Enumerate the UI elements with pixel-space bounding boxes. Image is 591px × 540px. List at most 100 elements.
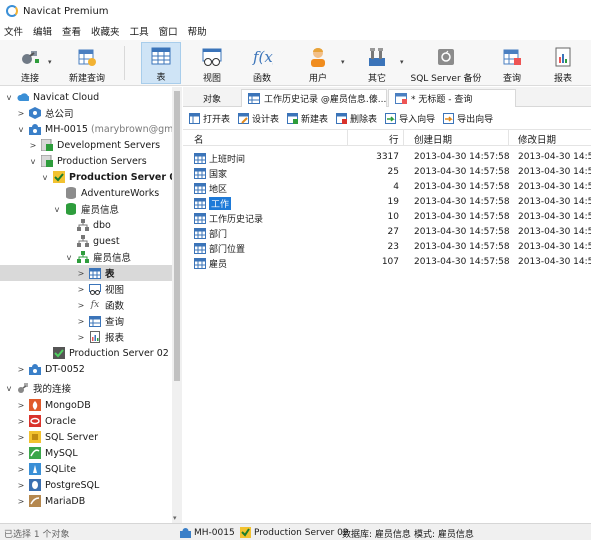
export-wizard-button[interactable]: 导出向导	[443, 112, 493, 125]
tab-work-history[interactable]: 工作历史记录 @雇员信息.傣...	[241, 89, 387, 107]
tree-node-production-servers[interactable]: v Production Servers	[28, 153, 147, 169]
open-table-button[interactable]: 打开表	[189, 112, 230, 125]
user-button[interactable]: 用户	[298, 42, 338, 84]
column-modified-header[interactable]: 修改日期	[518, 132, 556, 146]
design-table-button[interactable]: 设计表	[238, 112, 279, 125]
tree-node-guest[interactable]: guest	[64, 233, 120, 249]
expand-icon[interactable]: >	[16, 417, 26, 426]
scroll-down-icon[interactable]: ▾	[173, 514, 177, 522]
expand-icon[interactable]: >	[16, 109, 26, 118]
tab-label: * 无标题 - 查询	[411, 95, 473, 105]
expand-icon[interactable]: >	[76, 269, 86, 278]
sidebar-scrollbar[interactable]: ▾	[172, 87, 182, 523]
menu-edit[interactable]: 编辑	[33, 24, 60, 38]
expand-icon[interactable]: >	[16, 401, 26, 410]
tree-node-queries[interactable]: > 查询	[76, 313, 124, 329]
open-table-icon	[189, 113, 200, 124]
function-button[interactable]: f(x) 函数	[242, 42, 282, 84]
tree-node-adventureworks[interactable]: AdventureWorks	[52, 185, 159, 201]
tab-untitled-query[interactable]: * 无标题 - 查询	[388, 89, 516, 107]
new-query-button[interactable]: 新建查询	[64, 42, 110, 84]
expand-icon[interactable]: >	[76, 317, 86, 326]
scrollbar-thumb[interactable]	[174, 91, 180, 381]
tree-node-dt-0052[interactable]: > DT-0052	[16, 361, 85, 377]
expand-icon[interactable]: >	[76, 333, 86, 342]
expand-icon[interactable]: >	[16, 465, 26, 474]
collapse-icon[interactable]: v	[64, 253, 74, 262]
tree-node-oracle[interactable]: > Oracle	[16, 413, 76, 429]
collapse-icon[interactable]: v	[4, 384, 14, 393]
menu-window[interactable]: 窗口	[159, 24, 186, 38]
expand-icon[interactable]: >	[76, 301, 86, 310]
tab-objects[interactable]: 对象	[197, 89, 227, 107]
tree-node-dbo[interactable]: dbo	[64, 217, 111, 233]
user-dropdown-icon[interactable]: ▾	[341, 58, 345, 66]
expand-icon[interactable]: >	[16, 481, 26, 490]
column-created-header[interactable]: 创建日期	[414, 132, 452, 146]
tree-node-mariadb[interactable]: > MariaDB	[16, 493, 85, 509]
delete-table-button[interactable]: 删除表	[336, 112, 377, 125]
view-button[interactable]: 视图	[192, 42, 232, 84]
expand-icon[interactable]: >	[16, 433, 26, 442]
collapse-icon[interactable]: v	[4, 93, 14, 102]
connect-dropdown-icon[interactable]: ▾	[48, 58, 52, 66]
table-row-selected[interactable]: 工作 19 2013-04-30 14:57:58 2013-04-30 14:…	[183, 196, 591, 211]
tree-label: Production Servers	[57, 155, 147, 167]
sql-server-backup-button[interactable]: SQL Server 备份	[410, 42, 482, 84]
menu-tools[interactable]: 工具	[130, 24, 157, 38]
tree-node-sql-server[interactable]: > SQL Server	[16, 429, 98, 445]
column-name-header[interactable]: 名	[194, 132, 204, 146]
tree-node-head-office[interactable]: > 总公司	[16, 105, 74, 121]
tree-node-mysql[interactable]: > MySQL	[16, 445, 78, 461]
expand-icon[interactable]: >	[16, 365, 26, 374]
tree-node-development-servers[interactable]: > Development Servers	[28, 137, 160, 153]
tree-node-employee-schema[interactable]: v 雇员信息	[64, 249, 131, 265]
tools-button[interactable]: 其它	[357, 42, 397, 84]
table-row[interactable]: 地区 4 2013-04-30 14:57:58 2013-04-30 14:5…	[183, 181, 591, 196]
collapse-icon[interactable]: v	[40, 173, 50, 182]
tree-node-tables[interactable]: > 表	[0, 265, 172, 281]
expand-icon[interactable]: >	[76, 285, 86, 294]
import-wizard-button[interactable]: 导入向导	[385, 112, 435, 125]
table-button[interactable]: 表	[141, 42, 181, 84]
status-bar: 已选择 1 个对象 MH-0015 Production Server 02 数…	[0, 523, 591, 540]
tree-node-mongodb[interactable]: > MongoDB	[16, 397, 91, 413]
table-row[interactable]: 工作历史记录 10 2013-04-30 14:57:58 2013-04-30…	[183, 211, 591, 226]
menu-help[interactable]: 帮助	[188, 24, 215, 38]
row-count: 4	[393, 182, 399, 192]
report-button[interactable]: 报表	[543, 42, 583, 84]
expand-icon[interactable]: >	[28, 141, 38, 150]
menu-file[interactable]: 文件	[4, 24, 31, 38]
tree-node-employee-db[interactable]: v 雇员信息	[52, 201, 119, 217]
tree-node-postgresql[interactable]: > PostgreSQL	[16, 477, 99, 493]
new-table-button[interactable]: 新建表	[287, 112, 328, 125]
tree-node-sqlite[interactable]: > SQLite	[16, 461, 76, 477]
menu-favorites[interactable]: 收藏夹	[91, 24, 128, 38]
tree-node-production-server-02-b[interactable]: Production Server 02	[40, 345, 169, 361]
row-count: 23	[387, 242, 399, 252]
collapse-icon[interactable]: v	[52, 205, 62, 214]
table-row[interactable]: 雇员 107 2013-04-30 14:57:58 2013-04-30 14…	[183, 256, 591, 271]
connect-button[interactable]: 连接	[10, 42, 50, 84]
collapse-icon[interactable]: v	[28, 157, 38, 166]
collapse-icon[interactable]: v	[16, 125, 26, 134]
expand-icon[interactable]: >	[16, 497, 26, 506]
tools-dropdown-icon[interactable]: ▾	[400, 58, 404, 66]
row-modified: 2013-04-30 14:57:5	[518, 227, 591, 237]
sql-server-icon	[29, 431, 41, 443]
column-rows-header[interactable]: 行	[389, 132, 399, 146]
table-row[interactable]: 国家 25 2013-04-30 14:57:58 2013-04-30 14:…	[183, 166, 591, 181]
tree-node-functions[interactable]: > fx 函数	[76, 297, 124, 313]
query-button[interactable]: 查询	[492, 42, 532, 84]
tree-node-mh-0015[interactable]: v MH-0015 (marybrown@gmai	[16, 121, 181, 137]
tree-node-reports[interactable]: > 报表	[76, 329, 124, 345]
table-row[interactable]: 部门 27 2013-04-30 14:57:58 2013-04-30 14:…	[183, 226, 591, 241]
tree-node-views[interactable]: > 视图	[76, 281, 124, 297]
tree-node-navicat-cloud[interactable]: v Navicat Cloud	[4, 89, 100, 105]
expand-icon[interactable]: >	[16, 449, 26, 458]
menu-view[interactable]: 查看	[62, 24, 89, 38]
tree-node-my-connections[interactable]: v 我的连接	[4, 380, 71, 396]
table-row[interactable]: 上班时间 3317 2013-04-30 14:57:58 2013-04-30…	[183, 151, 591, 166]
tree-node-production-server-02[interactable]: v Production Server 02	[40, 169, 181, 185]
table-row[interactable]: 部门位置 23 2013-04-30 14:57:58 2013-04-30 1…	[183, 241, 591, 256]
